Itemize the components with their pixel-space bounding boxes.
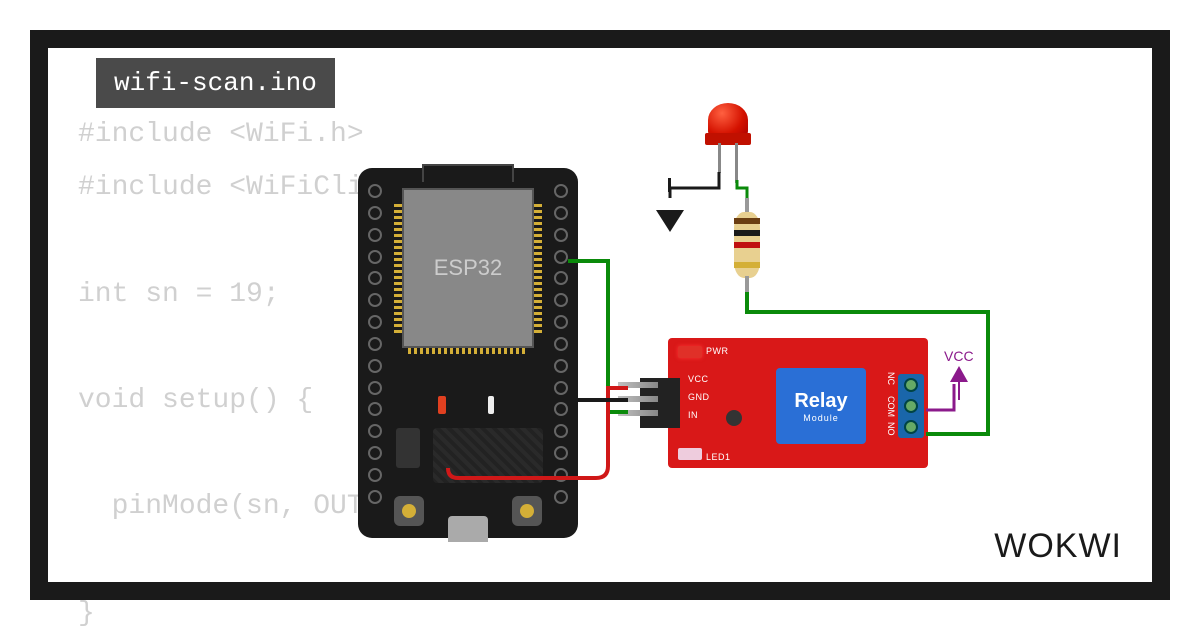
resistor-lead (745, 276, 749, 292)
led-anode-leg (735, 143, 738, 183)
relay-vcc-label: VCC (688, 374, 709, 384)
resistor-component[interactable] (734, 198, 760, 292)
wire-led-resistor-green[interactable] (737, 180, 747, 198)
relay-screw-terminal (898, 374, 924, 438)
esp32-boot-button[interactable] (512, 496, 542, 526)
esp32-usb-port-icon (448, 516, 488, 542)
relay-pwr-label: PWR (706, 346, 729, 356)
resistor-band (734, 230, 760, 236)
esp32-board[interactable]: ESP32 (358, 168, 578, 538)
esp32-antenna (422, 164, 514, 182)
esp32-power-led-icon (438, 396, 446, 414)
esp32-pin-header-left (368, 184, 382, 504)
relay-pwr-led-icon (678, 346, 702, 358)
relay-title: Relay (794, 390, 847, 413)
relay-no-label: NO (886, 422, 896, 436)
esp32-en-button[interactable] (394, 496, 424, 526)
esp32-pin-header-right (554, 184, 568, 504)
led-component[interactable] (708, 103, 748, 137)
wire-led-ground-black[interactable] (670, 172, 719, 198)
relay-subtitle: Module (803, 413, 839, 423)
relay-capacitor-icon (726, 410, 742, 426)
ground-symbol-icon (656, 212, 684, 234)
led-bulb-icon (708, 103, 748, 137)
vcc-symbol: VCC (944, 348, 974, 400)
relay-gnd-label: GND (688, 392, 710, 402)
file-tab[interactable]: wifi-scan.ino (96, 58, 335, 108)
esp32-chip-label: ESP32 (434, 255, 503, 281)
relay-module[interactable]: PWR VCC GND IN LED1 Relay Module NC COM … (668, 338, 928, 468)
vcc-label: VCC (944, 348, 974, 364)
relay-led1-icon (678, 448, 702, 460)
wires-layer (48, 48, 1152, 582)
resistor-band (734, 262, 760, 268)
led-cathode-leg (718, 143, 721, 173)
esp32-smd-area-icon (433, 428, 543, 483)
vcc-arrow-icon (950, 366, 968, 382)
resistor-body (734, 212, 760, 278)
esp32-status-led-icon (488, 396, 494, 414)
code-line: } (78, 598, 95, 629)
esp32-chip: ESP32 (402, 188, 534, 348)
esp32-regulator-icon (396, 428, 420, 468)
relay-nc-label: NC (886, 372, 896, 385)
relay-in-label: IN (688, 410, 698, 420)
circuit-canvas[interactable]: ESP32 PWR VCC GND IN LED1 Relay (48, 48, 1152, 582)
relay-com-label: COM (886, 396, 896, 417)
relay-coil-block: Relay Module (776, 368, 866, 444)
relay-led1-label: LED1 (706, 452, 731, 462)
resistor-band (734, 242, 760, 248)
relay-input-pins (618, 382, 658, 416)
resistor-band (734, 218, 760, 224)
file-tab-label: wifi-scan.ino (114, 68, 317, 98)
frame: wifi-scan.ino #include <WiFi.h> #include… (30, 30, 1170, 600)
